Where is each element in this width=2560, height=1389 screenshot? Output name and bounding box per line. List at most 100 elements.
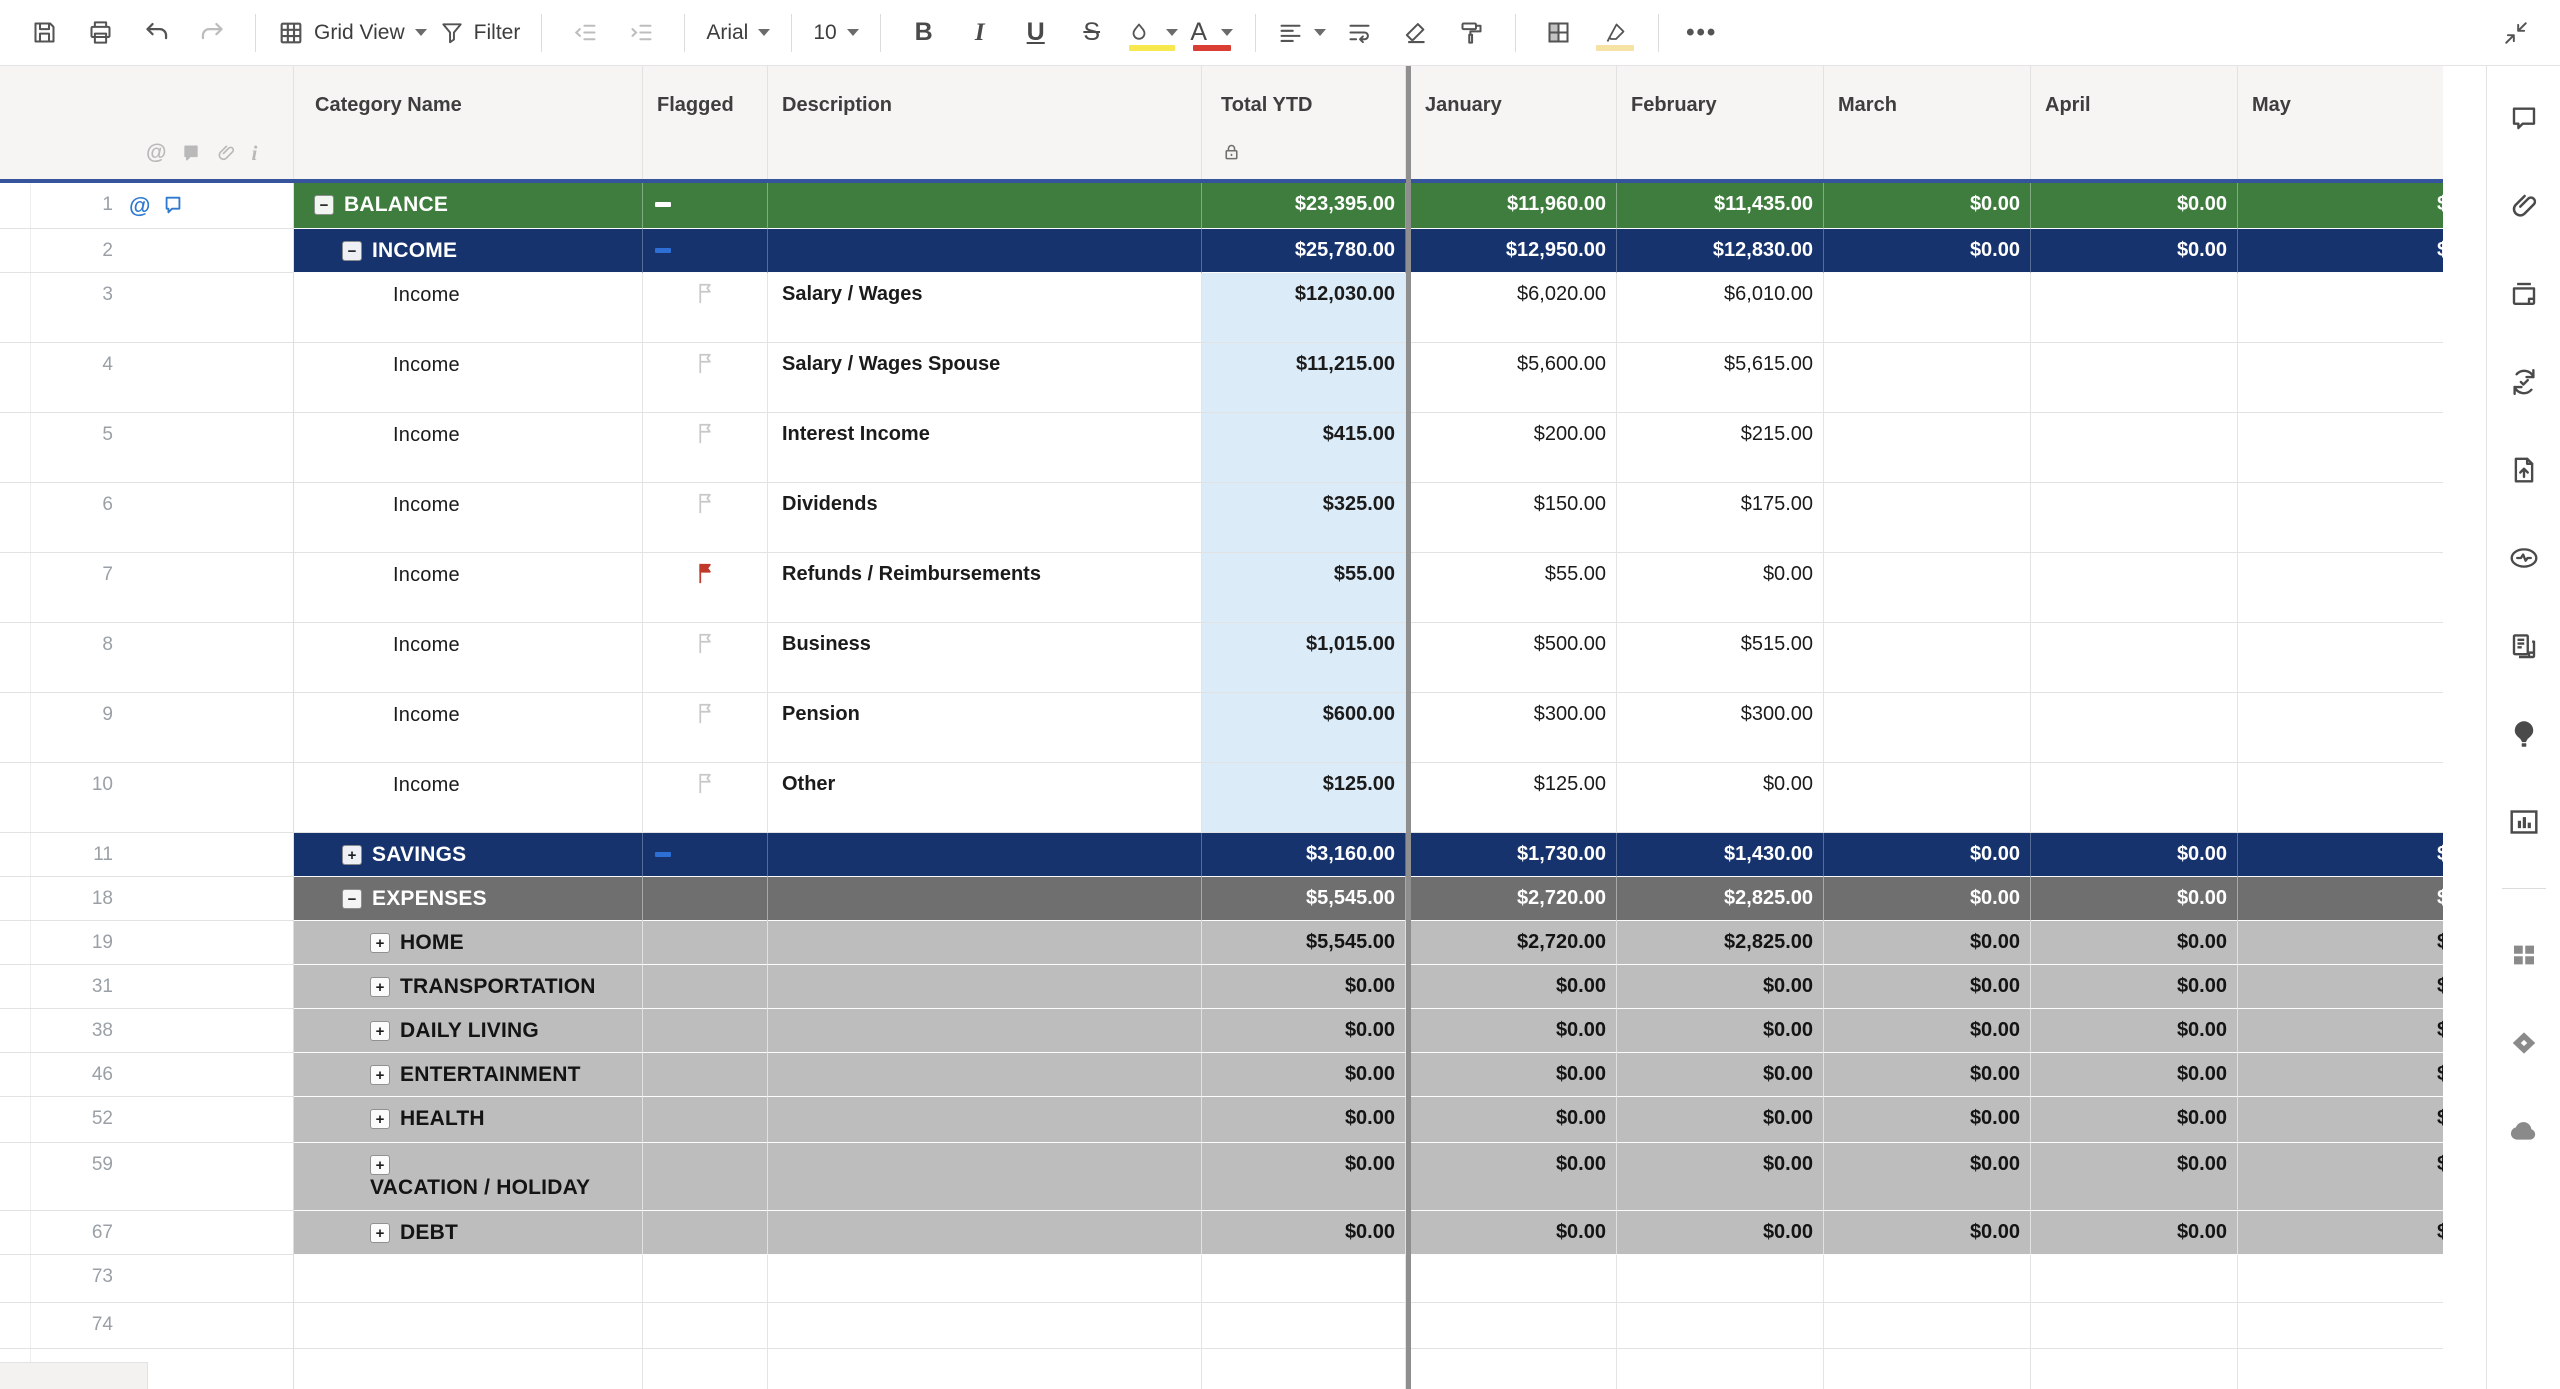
cell-flagged[interactable] (643, 343, 768, 413)
outdent-button[interactable] (557, 10, 613, 56)
cell-month-value[interactable]: $150.00 (1411, 483, 1617, 553)
row-handle[interactable] (0, 1211, 31, 1254)
cell-category[interactable]: − BALANCE (294, 183, 643, 229)
cell-category[interactable]: Income (294, 623, 643, 693)
row-number[interactable]: 67 (31, 1211, 129, 1254)
cell-month-value[interactable]: $0.00 (2031, 1097, 2238, 1143)
cell-category[interactable]: Income (294, 483, 643, 553)
cell-month-value[interactable] (2238, 273, 2443, 343)
cell-month-value[interactable]: $515.00 (1617, 623, 1824, 693)
row-handle[interactable] (0, 1097, 31, 1142)
cell-total-ytd[interactable]: $23,395.00 (1202, 183, 1406, 229)
cell-month-value[interactable]: $0.00 (2238, 1211, 2443, 1255)
row-handle[interactable] (0, 1255, 31, 1302)
print-button[interactable] (72, 10, 128, 56)
cell-total-ytd[interactable] (1202, 1255, 1406, 1303)
cell-description[interactable] (768, 1097, 1202, 1143)
cell-month-value[interactable]: $0.00 (1411, 965, 1617, 1009)
row-handle[interactable] (0, 183, 31, 228)
cell-flagged[interactable] (643, 1255, 768, 1303)
row-number[interactable]: 46 (31, 1053, 129, 1096)
cell-month-value[interactable] (1824, 1303, 2031, 1349)
sheet-summary-icon[interactable] (2502, 624, 2546, 668)
cell-month-value[interactable]: $0.00 (2238, 1097, 2443, 1143)
cell-month-value[interactable]: $6,020.00 (1411, 273, 1617, 343)
cell-month-value[interactable]: $55.00 (1411, 553, 1617, 623)
cell-category[interactable]: + HEALTH (294, 1097, 643, 1143)
cell-flagged[interactable] (643, 833, 768, 877)
cell-total-ytd[interactable]: $12,030.00 (1202, 273, 1406, 343)
row-handle[interactable] (0, 693, 31, 762)
more-options-button[interactable]: ••• (1674, 10, 1730, 56)
cell-total-ytd[interactable]: $3,160.00 (1202, 833, 1406, 877)
cell-description[interactable] (768, 1143, 1202, 1211)
cell-month-value[interactable]: $0.00 (2238, 229, 2443, 273)
cell-month-value[interactable]: $12,830.00 (1617, 229, 1824, 273)
row-toggle[interactable]: + (370, 1109, 390, 1129)
cell-month-value[interactable]: $11,960.00 (1411, 183, 1617, 229)
row-number[interactable]: 19 (31, 921, 129, 964)
cell-month-value[interactable]: $0.00 (1411, 1097, 1617, 1143)
cell-month-value[interactable] (2031, 343, 2238, 413)
row-handle[interactable] (0, 965, 31, 1008)
row-number[interactable]: 1 (31, 183, 129, 228)
row-toggle[interactable]: + (370, 1065, 390, 1085)
cell-category[interactable]: Income (294, 413, 643, 483)
cell-flagged[interactable] (643, 763, 768, 833)
column-header-april[interactable]: April (2031, 66, 2238, 179)
cell-month-value[interactable]: $0.00 (2238, 1053, 2443, 1097)
comments-icon[interactable] (2502, 96, 2546, 140)
cell-month-value[interactable]: $0.00 (1824, 833, 2031, 877)
cell-category[interactable] (294, 1349, 643, 1389)
cell-month-value[interactable] (2238, 553, 2443, 623)
cell-total-ytd[interactable] (1202, 1303, 1406, 1349)
proofs-icon[interactable] (2502, 272, 2546, 316)
row-toggle[interactable]: − (342, 241, 362, 261)
cell-description[interactable] (768, 1053, 1202, 1097)
cell-total-ytd[interactable] (1202, 1349, 1406, 1389)
row-handle[interactable] (0, 229, 31, 272)
cell-flagged[interactable] (643, 1143, 768, 1211)
cell-category[interactable]: Income (294, 763, 643, 833)
row-number[interactable]: 74 (31, 1303, 129, 1348)
cell-flagged[interactable] (643, 965, 768, 1009)
cell-month-value[interactable] (2238, 1255, 2443, 1303)
underline-button[interactable]: U (1008, 10, 1064, 56)
cell-month-value[interactable] (1411, 1349, 1617, 1389)
publish-icon[interactable] (2502, 448, 2546, 492)
cell-month-value[interactable] (2031, 623, 2238, 693)
row-handle[interactable] (0, 763, 31, 832)
row-number[interactable]: 59 (31, 1143, 129, 1210)
cell-month-value[interactable] (1824, 273, 2031, 343)
cell-month-value[interactable]: $0.00 (1617, 553, 1824, 623)
cell-total-ytd[interactable]: $55.00 (1202, 553, 1406, 623)
cell-month-value[interactable]: $0.00 (1824, 1097, 2031, 1143)
cell-flagged[interactable] (643, 183, 768, 229)
cell-month-value[interactable]: $0.00 (1617, 1009, 1824, 1053)
row-handle[interactable] (0, 877, 31, 920)
cell-month-value[interactable]: $0.00 (1824, 965, 2031, 1009)
row-toggle[interactable]: − (314, 195, 334, 215)
column-header-flagged[interactable]: Flagged (643, 66, 768, 179)
cell-month-value[interactable] (1824, 343, 2031, 413)
cell-month-value[interactable]: $0.00 (2238, 965, 2443, 1009)
cell-month-value[interactable] (2238, 483, 2443, 553)
cell-description[interactable]: Interest Income (768, 413, 1202, 483)
cell-total-ytd[interactable]: $0.00 (1202, 1211, 1406, 1255)
cell-month-value[interactable]: $0.00 (2031, 1143, 2238, 1211)
cell-month-value[interactable] (1617, 1303, 1824, 1349)
cell-total-ytd[interactable]: $125.00 (1202, 763, 1406, 833)
indent-button[interactable] (613, 10, 669, 56)
cell-month-value[interactable]: $1,430.00 (1617, 833, 1824, 877)
cell-description[interactable] (768, 229, 1202, 273)
cell-month-value[interactable]: $0.00 (1411, 1211, 1617, 1255)
cell-month-value[interactable] (2031, 1303, 2238, 1349)
cell-total-ytd[interactable]: $0.00 (1202, 965, 1406, 1009)
row-handle[interactable] (0, 623, 31, 692)
cell-month-value[interactable]: $0.00 (1617, 1053, 1824, 1097)
font-family-selector[interactable]: Arial (700, 10, 776, 56)
cell-month-value[interactable] (2031, 273, 2238, 343)
cell-flagged[interactable] (643, 229, 768, 273)
row-number[interactable]: 10 (31, 763, 129, 832)
column-header-total-ytd[interactable]: Total YTD (1202, 66, 1406, 179)
